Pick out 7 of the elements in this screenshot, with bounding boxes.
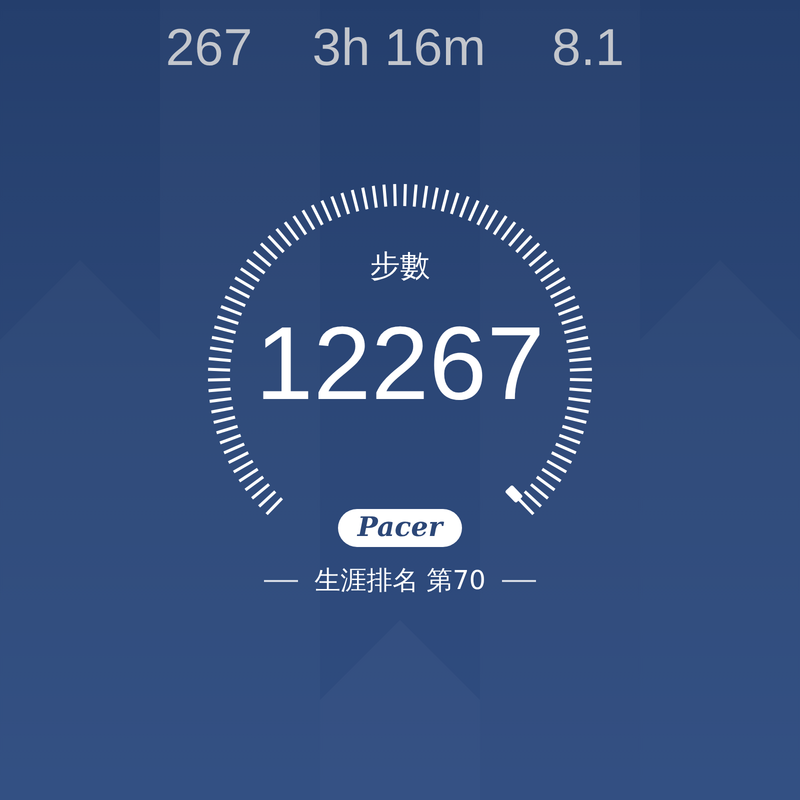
stat-value: 267 (166, 22, 252, 74)
stat-value: 8.1 (552, 22, 624, 74)
stat-value: 3h 16m (312, 22, 486, 74)
steps-label: 步數 (370, 249, 430, 284)
pacer-badge: Pacer (338, 509, 462, 547)
step-count: 12267 (255, 306, 545, 422)
career-ranking: 生涯排名 第70 (314, 568, 486, 594)
